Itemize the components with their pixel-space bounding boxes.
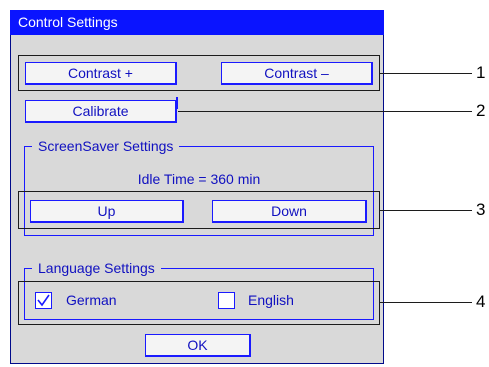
ok-button[interactable]: OK xyxy=(145,334,251,357)
callout-number-4: 4 xyxy=(476,292,486,311)
callout-leader-4 xyxy=(380,302,472,303)
contrast-plus-label: Contrast + xyxy=(68,65,133,81)
english-label: English xyxy=(248,292,294,308)
calibrate-pointer-tick xyxy=(176,97,178,109)
idle-time-display: Idle Time = 360 min xyxy=(137,171,261,187)
up-button[interactable]: Up xyxy=(30,200,184,223)
checkmark-icon xyxy=(37,294,50,307)
down-label: Down xyxy=(271,203,307,219)
german-checkbox[interactable] xyxy=(35,292,52,309)
callout-leader-3 xyxy=(380,210,472,211)
contrast-minus-label: Contrast – xyxy=(264,65,329,81)
contrast-minus-button[interactable]: Contrast – xyxy=(221,62,373,85)
ok-label: OK xyxy=(187,337,208,353)
german-label: German xyxy=(66,292,117,308)
dialog-title: Control Settings xyxy=(18,14,118,30)
callout-number-2: 2 xyxy=(476,101,486,120)
callout-number-3: 3 xyxy=(476,200,486,219)
calibrate-button[interactable]: Calibrate xyxy=(25,100,177,123)
callout-number-1: 1 xyxy=(476,63,486,82)
callout-leader-1 xyxy=(380,73,472,74)
callout-leader-2 xyxy=(178,111,472,112)
down-button[interactable]: Down xyxy=(212,200,367,223)
language-group-label: Language Settings xyxy=(32,260,161,276)
contrast-plus-button[interactable]: Contrast + xyxy=(25,62,177,85)
screensaver-group-label: ScreenSaver Settings xyxy=(32,138,180,154)
dialog-title-bar: Control Settings xyxy=(10,10,384,35)
up-label: Up xyxy=(97,203,116,219)
english-checkbox[interactable] xyxy=(218,292,235,309)
calibrate-label: Calibrate xyxy=(72,103,129,119)
